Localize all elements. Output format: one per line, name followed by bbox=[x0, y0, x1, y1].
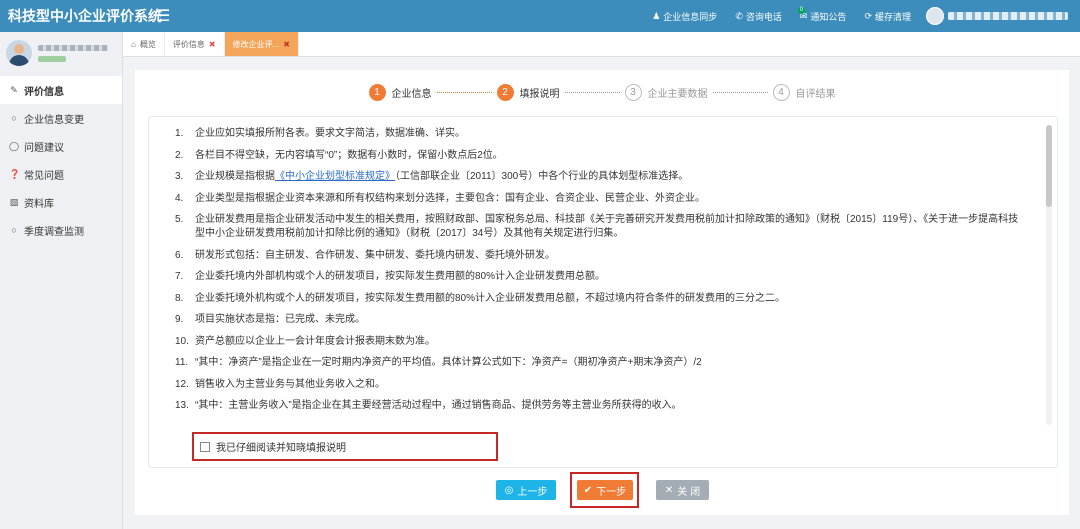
refresh-icon: ⟳ bbox=[864, 10, 872, 21]
list-item: 10. 资产总额应以企业上一会计年度会计报表期末数为准。 bbox=[175, 335, 435, 347]
check-circle-icon: ✔ bbox=[583, 484, 593, 496]
prev-label: 上一步 bbox=[517, 486, 548, 498]
folder-icon: ▧ bbox=[9, 196, 19, 207]
progress-steps: 1 企业信息 2 填报说明 3 企业主要数据 4 自评结果 bbox=[135, 84, 1069, 101]
sidebar-avatar bbox=[6, 40, 32, 66]
step-company-info: 1 企业信息 bbox=[368, 84, 432, 101]
tab-edit-evaluation[interactable]: 修改企业评... ✖ bbox=[224, 32, 299, 56]
notice-button[interactable]: ✉ 0 通知公告 bbox=[791, 6, 856, 23]
chat-icon: ◯ bbox=[9, 140, 20, 151]
step-connector bbox=[712, 92, 768, 93]
clear-cache-label: 缓存清理 bbox=[874, 11, 911, 22]
list-item: 9. 项目实施状态是指：已完成、未完成。 bbox=[175, 314, 365, 325]
close-label: 关 闭 bbox=[677, 486, 701, 498]
sidebar-item-suggestions[interactable]: ◯ 问题建议 bbox=[0, 132, 122, 160]
agree-label: 我已仔细阅读并知晓填报说明 bbox=[216, 443, 346, 454]
notice-label: 通知公告 bbox=[810, 11, 847, 22]
user-menu[interactable] bbox=[920, 7, 1080, 25]
tab-label: 修改企业评... bbox=[232, 39, 280, 49]
step-label: 企业信息 bbox=[391, 89, 432, 100]
notice-badge: 0 bbox=[797, 6, 805, 14]
list-item: 12. 销售收入为主营业务与其他业务收入之和。 bbox=[175, 378, 385, 390]
close-icon: ✕ bbox=[664, 484, 674, 496]
home-icon: ⌂ bbox=[131, 39, 136, 49]
list-item: 13. “其中：主营业务收入”是指企业在其主要经营活动过程中，通过销售商品、提供劳… bbox=[175, 400, 682, 411]
next-step-button[interactable]: ✔ 下一步 bbox=[577, 480, 633, 500]
sidebar-item-faq[interactable]: ❓ 常见问题 bbox=[0, 160, 122, 188]
sync-label: 企业信息同步 bbox=[663, 11, 718, 22]
step-label: 企业主要数据 bbox=[647, 89, 708, 100]
step-main-data: 3 企业主要数据 bbox=[624, 84, 708, 101]
header-actions: ♟ 企业信息同步 ✆ 咨询电话 ✉ 0 通知公告 ⟳ 缓存清理 bbox=[643, 0, 1080, 32]
sidebar-item-quarterly-survey[interactable]: ○ 季度调查监测 bbox=[0, 216, 122, 244]
edit-icon: ✎ bbox=[10, 84, 18, 95]
sync-company-info-button[interactable]: ♟ 企业信息同步 bbox=[643, 10, 726, 23]
circle-icon: ○ bbox=[11, 113, 17, 123]
phone-icon: ✆ bbox=[735, 10, 743, 21]
step-number: 2 bbox=[496, 84, 514, 101]
agree-checkbox[interactable] bbox=[200, 441, 210, 452]
close-icon[interactable]: ✖ bbox=[283, 40, 290, 49]
close-icon[interactable]: ✖ bbox=[209, 40, 216, 49]
circle-icon: ○ bbox=[11, 225, 17, 235]
next-label: 下一步 bbox=[596, 486, 627, 498]
sidebar: ✎ 评价信息 ○ 企业信息变更 ◯ 问题建议 ❓ 常见问题 ▧ 资料库 ○ 季度… bbox=[0, 32, 123, 529]
scrollbar[interactable] bbox=[1046, 125, 1052, 425]
instructions-panel: 1. 企业应如实填报所附各表。要求文字简洁，数据准确、详实。 2. 各栏目不得空缺，… bbox=[148, 116, 1058, 468]
step-label: 自评结果 bbox=[795, 89, 836, 100]
tab-evaluation-info[interactable]: 评价信息 ✖ bbox=[165, 32, 225, 56]
user-name-redacted bbox=[948, 12, 1068, 20]
prev-step-button[interactable]: ◎ 上一步 bbox=[496, 480, 556, 500]
sidebar-item-company-change[interactable]: ○ 企业信息变更 bbox=[0, 104, 122, 132]
step-label: 填报说明 bbox=[519, 89, 560, 100]
step-self-eval-result: 4 自评结果 bbox=[772, 84, 836, 101]
step-number: 3 bbox=[624, 84, 642, 101]
sme-standard-link[interactable]: 《中小企业划型标准规定》 bbox=[275, 171, 395, 182]
list-item: 2. 各栏目不得空缺，无内容填写“0”；数据有小数时，保留小数点后2位。 bbox=[175, 149, 503, 161]
tab-label: 评价信息 bbox=[172, 39, 205, 49]
step-number: 1 bbox=[368, 84, 386, 101]
step-connector bbox=[436, 92, 492, 93]
step-instructions: 2 填报说明 bbox=[496, 84, 560, 101]
list-item: 11. “其中：净资产”是指企业在一定时期内净资产的平均值。具体计算公式如下：净资… bbox=[175, 357, 702, 368]
sidebar-item-evaluation-info[interactable]: ✎ 评价信息 bbox=[0, 76, 122, 104]
agree-checkbox-row[interactable]: 我已仔细阅读并知晓填报说明 bbox=[192, 432, 498, 461]
instructions-list: 1. 企业应如实填报所附各表。要求文字简洁，数据准确、详实。 2. 各栏目不得空缺，… bbox=[149, 117, 1057, 413]
circle-arrow-icon: ◎ bbox=[504, 484, 514, 496]
tab-label: 概览 bbox=[139, 39, 156, 49]
company-name-redacted bbox=[38, 44, 108, 51]
status-redacted bbox=[38, 55, 66, 62]
list-item: 5. 企业研发费用是指企业研发活动中发生的相关费用，按照财政部、国家税务总局、科技… bbox=[175, 214, 1019, 239]
sidebar-item-label: 资料库 bbox=[24, 198, 54, 210]
page-tabs: ⌂ 概览 评价信息 ✖ 修改企业评... ✖ bbox=[123, 32, 1080, 57]
scrollbar-thumb[interactable] bbox=[1046, 125, 1052, 207]
hotline-label: 咨询电话 bbox=[745, 11, 782, 22]
sidebar-user-panel bbox=[0, 32, 122, 74]
step-connector bbox=[564, 92, 620, 93]
sidebar-item-label: 常见问题 bbox=[24, 170, 64, 182]
list-item: 6. 研发形式包括：自主研发、合作研发、集中研发、委托境内研发、委托境外研发。 bbox=[175, 249, 555, 261]
question-icon: ❓ bbox=[9, 168, 21, 179]
close-button[interactable]: ✕ 关 闭 bbox=[656, 480, 709, 500]
sidebar-item-label: 评价信息 bbox=[24, 86, 64, 98]
sidebar-item-label: 问题建议 bbox=[24, 142, 64, 154]
menu-toggle-icon[interactable]: ☰ bbox=[156, 6, 170, 26]
app-title: 科技型中小企业评价系统 bbox=[8, 8, 162, 24]
list-item: 8. 企业委托境外机构或个人的研发项目，按实际发生费用额的80%计入企业研发费用总… bbox=[175, 292, 786, 304]
list-item: 3. 企业规模是指根据《中小企业划型标准规定》（工信部联企业〔2011〕300号）… bbox=[175, 171, 689, 182]
list-item: 1. 企业应如实填报所附各表。要求文字简洁，数据准确、详实。 bbox=[175, 128, 465, 139]
avatar bbox=[926, 7, 944, 25]
clear-cache-button[interactable]: ⟳ 缓存清理 bbox=[855, 10, 920, 23]
sidebar-item-label: 季度调查监测 bbox=[24, 226, 84, 238]
top-header: 科技型中小企业评价系统 ☰ ♟ 企业信息同步 ✆ 咨询电话 ✉ 0 通知公告 ⟳… bbox=[0, 0, 1080, 32]
step-number: 4 bbox=[772, 84, 790, 101]
sidebar-menu: ✎ 评价信息 ○ 企业信息变更 ◯ 问题建议 ❓ 常见问题 ▧ 资料库 ○ 季度… bbox=[0, 76, 122, 244]
list-item: 7. 企业委托境内外部机构或个人的研发项目，按实际发生费用额的80%计入企业研发费… bbox=[175, 271, 606, 282]
user-icon: ♟ bbox=[652, 10, 661, 21]
sidebar-item-label: 企业信息变更 bbox=[24, 114, 84, 126]
list-item: 4. 企业类型是指根据企业资本来源和所有权结构来划分选择，主要包含：国有企业、合资… bbox=[175, 192, 705, 204]
hotline-button[interactable]: ✆ 咨询电话 bbox=[726, 10, 791, 23]
tab-overview[interactable]: ⌂ 概览 bbox=[123, 32, 165, 56]
sidebar-item-library[interactable]: ▧ 资料库 bbox=[0, 188, 122, 216]
